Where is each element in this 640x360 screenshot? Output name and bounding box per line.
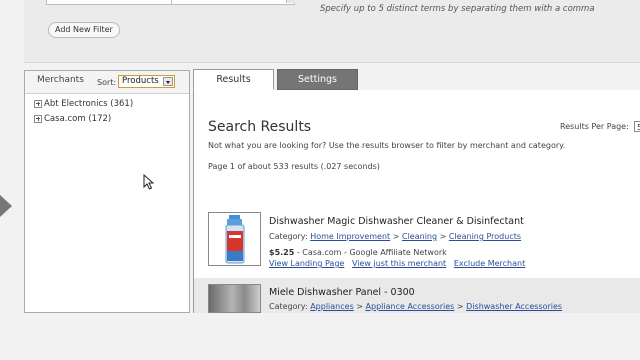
view-merchant-link[interactable]: View just this merchant bbox=[352, 259, 446, 268]
sort-label: Sort: bbox=[97, 78, 117, 87]
filter-hint: Specify up to 5 distinct terms by separa… bbox=[320, 4, 595, 14]
result-category: Category: Home Improvement > Cleaning > … bbox=[269, 232, 522, 241]
filter-panel: Specify up to 5 distinct terms by separa… bbox=[24, 0, 640, 63]
add-new-filter-button[interactable]: Add New Filter bbox=[48, 22, 120, 38]
cleaner-bottle-image bbox=[225, 215, 245, 264]
product-thumbnail[interactable] bbox=[208, 284, 261, 313]
tab-settings[interactable]: Settings bbox=[277, 69, 358, 90]
price: $5.25 bbox=[269, 248, 295, 257]
category-link[interactable]: Home Improvement bbox=[310, 232, 390, 241]
product-thumbnail[interactable] bbox=[208, 212, 261, 266]
category-link[interactable]: Appliances bbox=[310, 302, 354, 311]
view-landing-page-link[interactable]: View Landing Page bbox=[269, 259, 344, 268]
expand-plus-icon[interactable] bbox=[34, 114, 42, 123]
left-edge-arrow-icon[interactable] bbox=[0, 195, 12, 217]
category-link[interactable]: Cleaning Products bbox=[449, 232, 521, 241]
results-subtitle: Not what you are looking for? Use the re… bbox=[208, 141, 566, 150]
mouse-pointer-icon bbox=[143, 174, 154, 190]
page-info: Page 1 of about 533 results (.027 second… bbox=[208, 162, 380, 171]
result-category: Category: Appliances > Appliance Accesso… bbox=[269, 302, 563, 311]
result-title[interactable]: Dishwasher Magic Dishwasher Cleaner & Di… bbox=[269, 216, 524, 227]
results-per-page-label: Results Per Page: bbox=[560, 122, 629, 131]
category-link[interactable]: Dishwasher Accessories bbox=[466, 302, 562, 311]
merchant-label: Abt Electronics (361) bbox=[44, 99, 134, 109]
result-item: Miele Dishwasher Panel - 0300 Category: … bbox=[194, 278, 640, 313]
merchants-panel: Merchants Sort: Products Abt Electronics… bbox=[24, 70, 190, 313]
merchant-label: Casa.com (172) bbox=[44, 114, 112, 124]
page-title: Search Results bbox=[208, 119, 312, 135]
merchant-item-casa[interactable]: Casa.com (172) bbox=[34, 114, 111, 124]
chevron-down-icon[interactable] bbox=[163, 77, 173, 86]
results-panel: Search Results Not what you are looking … bbox=[193, 90, 640, 313]
merchant-item-abt-electronics[interactable]: Abt Electronics (361) bbox=[34, 99, 133, 109]
sort-select-value: Products bbox=[122, 76, 159, 86]
results-per-page-select[interactable]: 5 bbox=[634, 121, 640, 132]
result-title[interactable]: Miele Dishwasher Panel - 0300 bbox=[269, 287, 415, 298]
merchants-header: Merchants Sort: Products bbox=[25, 71, 189, 94]
category-link[interactable]: Appliance Accessories bbox=[366, 302, 455, 311]
filter-value-input[interactable] bbox=[171, 0, 295, 5]
result-actions: View Landing Page View just this merchan… bbox=[269, 259, 525, 268]
result-source: - Casa.com - Google Affiliate Network bbox=[296, 248, 447, 257]
result-price-line: $5.25 - Casa.com - Google Affiliate Netw… bbox=[269, 248, 447, 257]
sort-select[interactable]: Products bbox=[118, 75, 175, 88]
result-item: Dishwasher Magic Dishwasher Cleaner & Di… bbox=[194, 208, 640, 272]
tab-results[interactable]: Results bbox=[193, 69, 274, 90]
category-link[interactable]: Cleaning bbox=[402, 232, 437, 241]
category-label: Category: bbox=[269, 302, 308, 311]
filter-value-dropdown[interactable] bbox=[286, 0, 295, 3]
merchants-title: Merchants bbox=[37, 75, 84, 85]
category-label: Category: bbox=[269, 232, 308, 241]
expand-plus-icon[interactable] bbox=[34, 99, 42, 108]
exclude-merchant-link[interactable]: Exclude Merchant bbox=[454, 259, 525, 268]
